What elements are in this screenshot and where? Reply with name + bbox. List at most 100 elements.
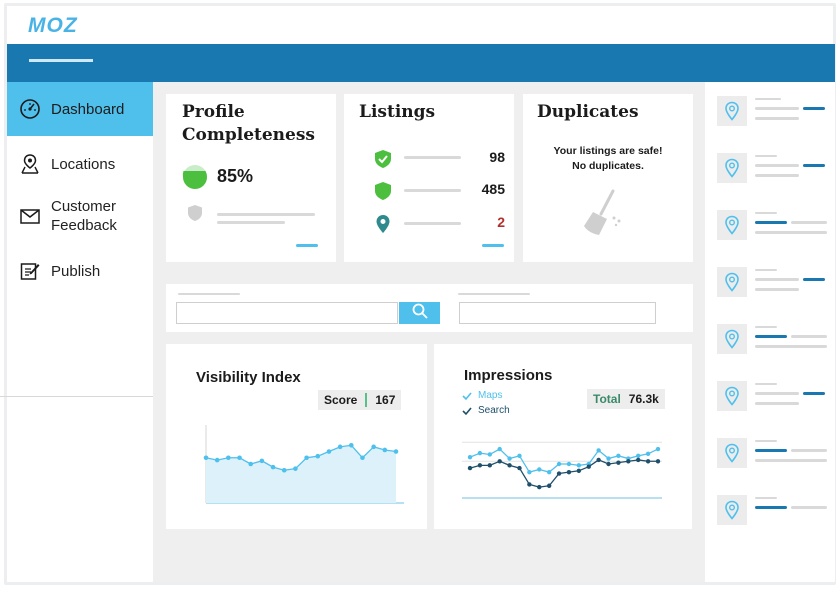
dashboard-content: Profile Completeness 85% Listings 98 485 xyxy=(153,82,705,582)
sidebar-item-label: Locations xyxy=(51,155,116,173)
visibility-point xyxy=(304,455,309,461)
location-list-panel xyxy=(705,82,835,582)
sidebar: Dashboard Locations Customer Feedback Pu… xyxy=(7,82,153,582)
series-point-search xyxy=(645,459,651,464)
visibility-point xyxy=(203,455,209,461)
placeholder-line xyxy=(755,155,777,157)
series-point-maps xyxy=(477,450,483,456)
visibility-area xyxy=(206,445,396,503)
sidebar-item-dashboard[interactable]: Dashboard xyxy=(7,82,153,136)
sidebar-item-label: Dashboard xyxy=(51,100,125,118)
series-point-maps xyxy=(655,446,661,452)
placeholder-line xyxy=(755,107,799,110)
more-link[interactable] xyxy=(482,244,504,247)
duplicates-message: Your listings are safe! No duplicates. xyxy=(553,145,663,172)
search-input[interactable] xyxy=(176,302,398,324)
series-point-maps xyxy=(616,453,621,459)
impressions-card: Impressions Maps Search Total 76.3k xyxy=(434,344,692,529)
series-point-search xyxy=(507,463,512,468)
search-icon xyxy=(412,303,428,324)
location-list-item[interactable] xyxy=(705,267,835,299)
location-list-item[interactable] xyxy=(705,153,835,185)
location-list-item[interactable] xyxy=(705,96,835,128)
location-list-item[interactable] xyxy=(705,381,835,413)
placeholder-line xyxy=(791,506,827,509)
visibility-point xyxy=(259,458,265,464)
duplicates-title: Duplicates xyxy=(537,102,639,122)
placeholder-line xyxy=(755,174,799,177)
series-point-search xyxy=(606,461,611,467)
location-pin-icon xyxy=(717,324,747,354)
series-point-search xyxy=(616,460,621,465)
progress-pie-icon xyxy=(182,164,208,195)
placeholder-line xyxy=(755,459,827,462)
series-point-maps xyxy=(606,456,611,461)
series-point-maps xyxy=(507,456,512,461)
visibility-chart xyxy=(203,425,404,504)
sidebar-item-customer-feedback[interactable]: Customer Feedback xyxy=(7,196,153,236)
location-list-item[interactable] xyxy=(705,495,835,527)
series-point-maps xyxy=(527,469,532,475)
series-point-search xyxy=(596,457,601,463)
placeholder-line xyxy=(755,506,787,509)
shield-check-icon xyxy=(374,149,392,174)
visibility-point xyxy=(337,444,343,450)
filter-label-line xyxy=(178,293,240,295)
envelope-icon xyxy=(19,205,41,227)
placeholder-line xyxy=(755,326,777,328)
location-pin-icon xyxy=(717,267,747,297)
series-point-search xyxy=(556,471,562,476)
sidebar-item-publish[interactable]: Publish xyxy=(7,259,153,283)
filter-input[interactable] xyxy=(459,302,656,324)
location-pin-icon xyxy=(717,210,747,240)
search-button[interactable] xyxy=(399,302,440,324)
map-pin-icon xyxy=(19,153,41,175)
total-chip: Total 76.3k xyxy=(587,389,665,409)
visibility-point xyxy=(237,455,242,461)
visibility-point xyxy=(382,447,388,453)
more-link[interactable] xyxy=(296,244,318,247)
series-point-search xyxy=(546,483,552,488)
series-point-maps xyxy=(576,463,582,468)
series-point-search xyxy=(497,459,502,464)
placeholder-line xyxy=(791,335,827,338)
visibility-point xyxy=(248,461,254,467)
legend-search[interactable]: Search xyxy=(462,405,510,416)
impressions-title: Impressions xyxy=(464,367,553,384)
location-pin-icon xyxy=(717,495,747,525)
series-point-maps xyxy=(546,469,552,475)
series-point-maps xyxy=(645,451,651,456)
profile-completeness-card: Profile Completeness 85% xyxy=(166,94,336,262)
location-list-item[interactable] xyxy=(705,210,835,242)
visibility-title: Visibility Index xyxy=(196,369,301,386)
location-list-item[interactable] xyxy=(705,324,835,356)
listings-title: Listings xyxy=(359,102,436,122)
placeholder-line xyxy=(755,164,799,167)
shield-icon xyxy=(187,204,203,227)
placeholder-line xyxy=(803,164,825,167)
moz-logo: MOZ xyxy=(28,14,78,37)
duplicates-card: Duplicates Your listings are safe! No du… xyxy=(523,94,693,262)
placeholder-line xyxy=(755,449,787,452)
series-point-maps xyxy=(487,452,492,457)
series-point-search xyxy=(487,463,492,468)
top-bar xyxy=(7,44,835,82)
placeholder-line xyxy=(404,222,461,225)
series-point-search xyxy=(626,459,631,464)
listing-count-total: 485 xyxy=(481,181,505,197)
sidebar-item-label: Customer Feedback xyxy=(51,198,117,234)
location-list-item[interactable] xyxy=(705,438,835,470)
series-point-search xyxy=(467,465,473,471)
menu-bar-icon[interactable] xyxy=(29,59,93,62)
sidebar-item-locations[interactable]: Locations xyxy=(7,152,153,176)
edit-icon xyxy=(19,260,41,282)
legend-maps[interactable]: Maps xyxy=(462,390,502,401)
series-point-maps xyxy=(497,446,502,452)
location-pin-icon xyxy=(717,381,747,411)
placeholder-line xyxy=(755,392,799,395)
series-point-maps xyxy=(636,453,641,459)
placeholder-line xyxy=(803,107,825,110)
visibility-point xyxy=(348,442,354,448)
placeholder-line xyxy=(791,221,827,224)
shield-icon xyxy=(374,181,392,206)
